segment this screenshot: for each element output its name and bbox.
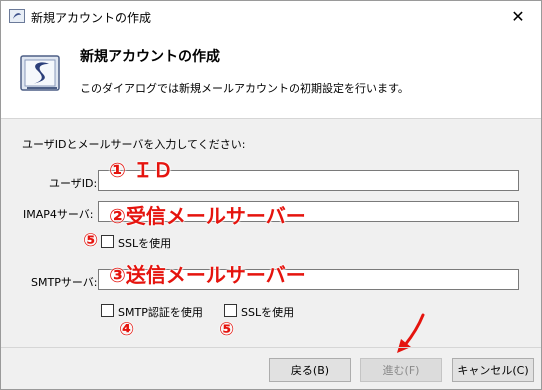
imap-ssl-label: SSLを使用 [118,237,172,250]
pointer-arrow-icon [397,313,425,353]
close-button[interactable]: ✕ [495,1,541,32]
smtp-ssl-label: SSLを使用 [241,306,295,319]
footer-divider [1,347,541,348]
user-id-label: ユーザID: [49,177,98,190]
annotation-smtp-ssl: ⑤ [219,319,235,340]
smtp-ssl-checkbox[interactable] [224,304,237,317]
annotation-smtp-auth: ④ [119,319,135,340]
annotation-outgoing-server: ③送信メールサーバー [109,263,306,287]
imap-server-label: IMAP4サーバ: [23,208,94,221]
annotation-imap-ssl: ⑤ [83,230,99,251]
app-icon [9,9,25,23]
form-instructions: ユーザIDとメールサーバを入力してください: [22,138,246,151]
new-account-dialog: 新規アカウントの作成 ✕ 新規アカウントの作成 このダイアログでは新規メールアカ… [0,0,542,390]
smtp-auth-checkbox[interactable] [101,304,114,317]
window-title: 新規アカウントの作成 [31,11,152,25]
page-description: このダイアログでは新規メールアカウントの初期設定を行います。 [80,82,409,95]
title-bar: 新規アカウントの作成 ✕ [1,1,541,32]
next-button[interactable]: 進む(F) [360,358,442,382]
cancel-button[interactable]: キャンセル(C) [452,358,534,382]
smtp-server-label: SMTPサーバ: [31,276,98,289]
smtp-auth-label: SMTP認証を使用 [118,306,203,319]
close-icon: ✕ [511,7,525,26]
imap-ssl-checkbox[interactable] [101,235,114,248]
wizard-header: 新規アカウントの作成 このダイアログでは新規メールアカウントの初期設定を行います… [1,32,541,119]
annotation-user-id: ① ＩＤ [109,158,173,182]
back-button[interactable]: 戻る(B) [269,358,351,382]
annotation-incoming-server: ②受信メールサーバー [109,204,306,228]
page-title: 新規アカウントの作成 [80,49,220,65]
wizard-logo-icon [20,55,60,91]
